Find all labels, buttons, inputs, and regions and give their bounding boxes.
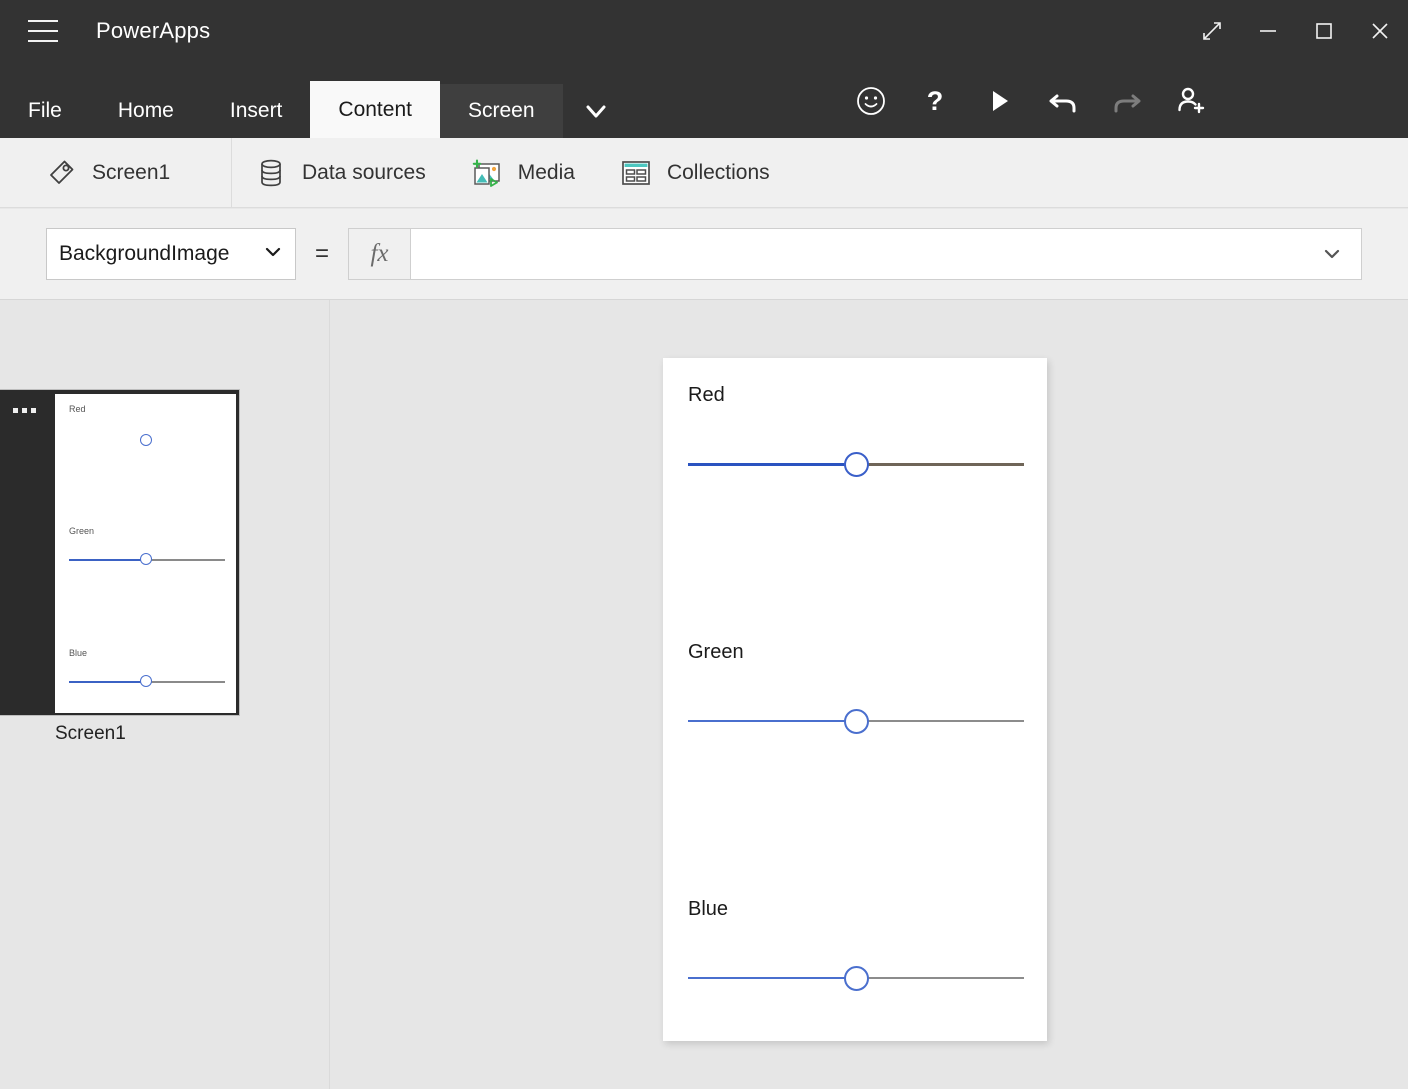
thumb-slider-handle-green <box>140 553 152 565</box>
slider-red-fill <box>688 463 856 466</box>
chevron-down-icon[interactable] <box>1317 244 1347 264</box>
command-collections[interactable]: Collections <box>597 138 792 208</box>
command-screen1-label: Screen1 <box>92 161 170 185</box>
title-bar: PowerApps <box>0 0 1408 62</box>
powerapps-window: PowerApps <box>0 0 1408 1089</box>
command-collections-label: Collections <box>667 161 770 185</box>
ribbon-tab-bar: File Home Insert Content Screen <box>0 62 1408 138</box>
workspace: Red Green Blue Screen1 <box>0 300 1408 1089</box>
feedback-smiley-icon[interactable] <box>850 80 892 122</box>
ribbon-tabs: File Home Insert Content Screen <box>0 62 629 138</box>
slider-blue[interactable]: Blue <box>688 898 1024 990</box>
undo-icon[interactable] <box>1042 80 1084 122</box>
thumb-slider-rest-blue <box>147 681 225 683</box>
command-screen1[interactable]: Screen1 <box>0 138 232 208</box>
equals-sign: = <box>296 240 348 268</box>
thumb-slider-handle-red <box>140 434 152 446</box>
screen-thumbnail-label: Screen1 <box>55 723 126 745</box>
screens-pane: Red Green Blue Screen1 <box>0 300 330 1089</box>
thumbnail-preview: Red Green Blue <box>54 393 237 714</box>
tab-insert[interactable]: Insert <box>202 84 311 138</box>
slider-red[interactable]: Red <box>688 384 1024 476</box>
slider-blue-rail[interactable] <box>688 966 1024 990</box>
slider-red-label: Red <box>688 384 1024 407</box>
app-title: PowerApps <box>96 18 210 44</box>
thumb-slider-fill-green <box>69 559 147 561</box>
content-command-bar: Screen1 Data sources <box>0 138 1408 208</box>
slider-blue-rest <box>856 977 1024 979</box>
slider-red-rest <box>856 463 1024 466</box>
collections-table-icon <box>619 156 653 190</box>
thumb-slider-label-blue: Blue <box>69 648 87 658</box>
preview-play-icon[interactable] <box>978 80 1020 122</box>
window-controls <box>1184 0 1408 62</box>
command-data-sources[interactable]: Data sources <box>232 138 448 208</box>
screen-thumbnail-wrap: Red Green Blue Screen1 <box>0 389 240 716</box>
close-icon[interactable] <box>1352 0 1408 62</box>
help-question-icon[interactable]: ? <box>914 80 956 122</box>
app-screen-canvas[interactable]: Red Green <box>663 358 1047 1041</box>
database-icon <box>254 156 288 190</box>
slider-green-fill <box>688 720 856 722</box>
tab-screen[interactable]: Screen <box>440 84 563 138</box>
slider-green-label: Green <box>688 641 1024 664</box>
ellipsis-icon[interactable] <box>13 408 36 413</box>
redo-icon[interactable] <box>1106 80 1148 122</box>
ribbon-action-icons: ? <box>850 80 1212 122</box>
share-add-user-icon[interactable] <box>1170 80 1212 122</box>
thumb-slider-label-red: Red <box>69 404 86 414</box>
media-image-icon <box>470 156 504 190</box>
chevron-down-icon <box>263 242 283 267</box>
slider-green-rail[interactable] <box>688 709 1024 733</box>
slider-red-handle[interactable] <box>844 452 869 477</box>
slider-blue-fill <box>688 977 856 979</box>
thumb-slider-fill-blue <box>69 681 147 683</box>
expand-diagonal-icon[interactable] <box>1184 0 1240 62</box>
thumb-slider-handle-blue <box>140 675 152 687</box>
tab-file[interactable]: File <box>0 84 90 138</box>
maximize-icon[interactable] <box>1296 0 1352 62</box>
slider-blue-label: Blue <box>688 898 1024 921</box>
tag-icon <box>44 156 78 190</box>
formula-input-wrap <box>410 228 1362 280</box>
property-select-value: BackgroundImage <box>59 242 263 266</box>
command-media[interactable]: Media <box>448 138 597 208</box>
tab-content[interactable]: Content <box>310 81 440 138</box>
slider-green[interactable]: Green <box>688 641 1024 733</box>
fx-button[interactable]: fx <box>348 228 410 280</box>
slider-red-rail[interactable] <box>688 452 1024 476</box>
formula-input[interactable] <box>425 243 1317 266</box>
hamburger-icon[interactable] <box>28 20 58 42</box>
command-data-sources-label: Data sources <box>302 161 426 185</box>
minimize-icon[interactable] <box>1240 0 1296 62</box>
slider-green-rest <box>856 720 1024 722</box>
thumb-slider-label-green: Green <box>69 526 94 536</box>
screen-thumbnail-screen1[interactable]: Red Green Blue <box>0 389 240 716</box>
svg-text:?: ? <box>927 86 944 116</box>
slider-blue-handle[interactable] <box>844 966 869 991</box>
chevron-down-icon[interactable] <box>563 84 629 138</box>
slider-green-handle[interactable] <box>844 709 869 734</box>
canvas-pane: Red Green <box>331 300 1408 1089</box>
formula-bar: BackgroundImage = fx <box>0 209 1408 300</box>
tab-home[interactable]: Home <box>90 84 202 138</box>
command-media-label: Media <box>518 161 575 185</box>
property-select[interactable]: BackgroundImage <box>46 228 296 280</box>
thumb-slider-rest-green <box>147 559 225 561</box>
